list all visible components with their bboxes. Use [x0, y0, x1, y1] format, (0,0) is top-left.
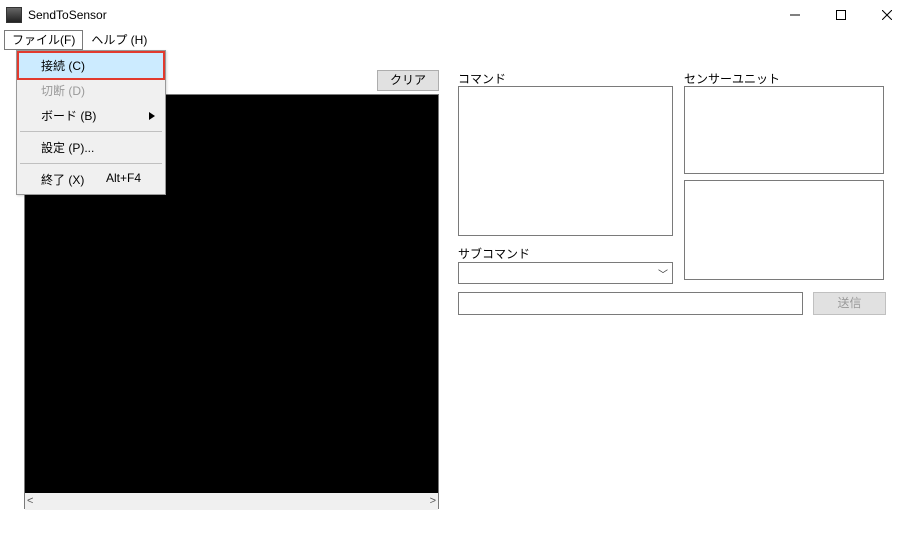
maximize-button[interactable]: [818, 0, 864, 30]
scroll-right-icon[interactable]: >: [430, 496, 436, 507]
subcommand-select[interactable]: ﹀: [458, 262, 673, 284]
horizontal-scrollbar[interactable]: < >: [25, 493, 438, 510]
menu-item-exit[interactable]: 終了 (X) Alt+F4: [19, 167, 163, 192]
subcommand-label: サブコマンド: [458, 245, 530, 262]
menu-item-shortcut: Alt+F4: [106, 171, 141, 188]
window-controls: [772, 0, 910, 30]
sensor-detail-listbox[interactable]: [684, 180, 884, 280]
command-listbox[interactable]: [458, 86, 673, 236]
sensor-unit-label: センサーユニット: [684, 70, 780, 87]
submenu-arrow-icon: [149, 109, 155, 123]
menu-separator: [20, 131, 162, 132]
menubar: ファイル(F) ヘルプ (H): [0, 30, 910, 50]
menu-item-label: 終了 (X): [41, 171, 84, 188]
command-label: コマンド: [458, 70, 506, 87]
menu-help[interactable]: ヘルプ (H): [83, 30, 155, 50]
menu-separator: [20, 163, 162, 164]
command-line-input[interactable]: [458, 292, 803, 315]
file-menu-dropdown: 接続 (C) 切断 (D) ボード (B) 設定 (P)... 終了 (X) A…: [16, 50, 166, 195]
menu-item-label: 接続 (C): [41, 57, 85, 74]
menu-item-disconnect: 切断 (D): [19, 78, 163, 103]
close-button[interactable]: [864, 0, 910, 30]
menu-file[interactable]: ファイル(F): [4, 30, 83, 50]
app-icon: [6, 7, 22, 23]
menu-item-board[interactable]: ボード (B): [19, 103, 163, 128]
scroll-left-icon[interactable]: <: [27, 496, 33, 507]
menu-item-label: 切断 (D): [41, 82, 85, 99]
menu-item-connect[interactable]: 接続 (C): [17, 51, 165, 80]
menu-item-settings[interactable]: 設定 (P)...: [19, 135, 163, 160]
sensor-unit-listbox[interactable]: [684, 86, 884, 174]
minimize-button[interactable]: [772, 0, 818, 30]
chevron-down-icon: ﹀: [658, 266, 668, 281]
menu-item-label: ボード (B): [41, 107, 96, 124]
titlebar: SendToSensor: [0, 0, 910, 30]
menu-item-label: 設定 (P)...: [41, 139, 94, 156]
clear-button[interactable]: クリア: [377, 70, 439, 91]
send-button[interactable]: 送信: [813, 292, 886, 315]
window-title: SendToSensor: [28, 8, 107, 22]
